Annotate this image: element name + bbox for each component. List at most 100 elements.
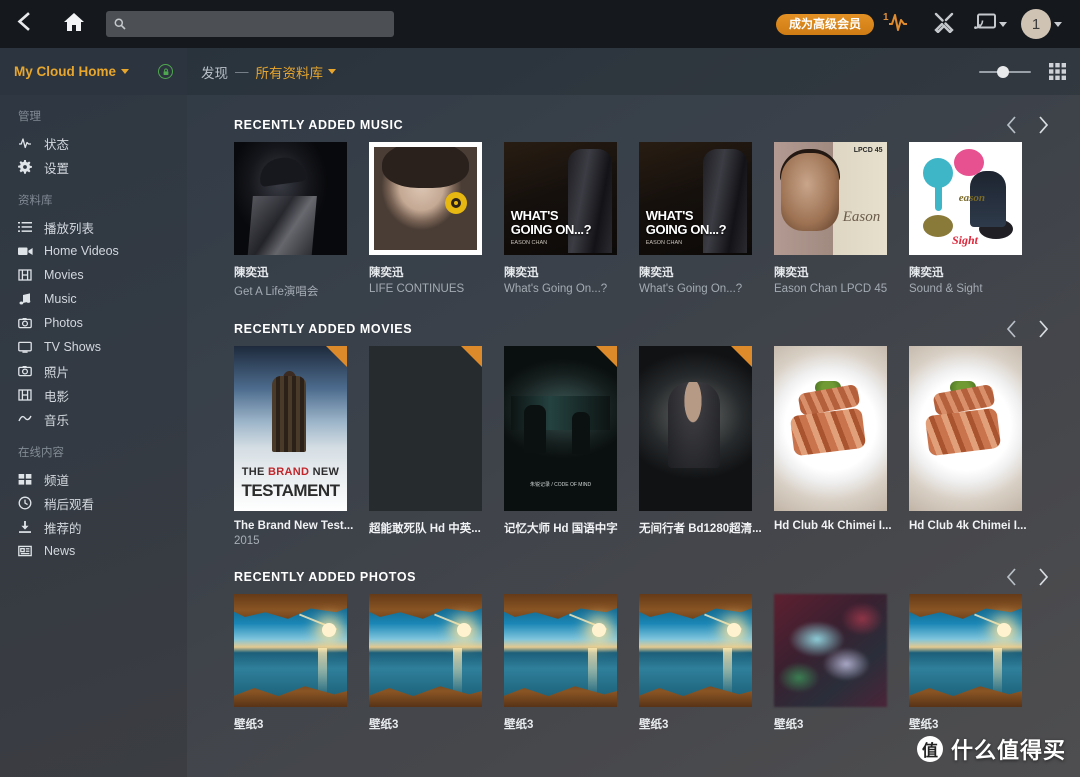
sidebar-item-label: 电影 <box>44 389 70 404</box>
movie-card[interactable]: Hd Club 4k Chimei I... <box>774 346 909 547</box>
photo-card[interactable]: 壁纸3 <box>234 594 369 732</box>
music-card[interactable]: WHAT'S GOING ON...? EASON CHAN 陳奕迅 What's Go… <box>639 142 774 299</box>
music-card[interactable]: WHAT'S GOING ON...? EASON CHAN 陳奕迅 What's Go… <box>504 142 639 299</box>
movie-poster[interactable]: THE BRAND NEW TESTAMENT <box>234 346 347 511</box>
sidebar-item-photos[interactable]: Photos <box>0 311 187 335</box>
music-card[interactable]: 陳奕迅 Get A Life演唱会 <box>234 142 369 299</box>
sidebar-item-设置[interactable]: 设置 <box>0 155 187 179</box>
album-art-title-text: WHAT'S GOING ON...? <box>510 207 592 237</box>
music-card[interactable]: 陳奕迅 LIFE CONTINUES <box>369 142 504 299</box>
home-button[interactable] <box>46 0 102 48</box>
back-button[interactable] <box>0 0 46 48</box>
movie-poster[interactable]: 朱锐记录 / CODE OF MIND <box>504 346 617 511</box>
music-album-title: Eason Chan LPCD 45 <box>774 283 888 295</box>
carousel-next-button[interactable] <box>1037 115 1050 135</box>
album-art-title-text: WHAT'S GOING ON...? <box>645 207 727 237</box>
movie-card[interactable]: THE BRAND NEW TESTAMENT The Brand New Test… <box>234 346 369 547</box>
sidebar: My Cloud Home 管理 状态 设置 资料库 播放列表 Home Videos Mo… <box>0 48 187 777</box>
sidebar-nav: 管理 状态 设置 资料库 播放列表 Home Videos Movies Music Photo… <box>0 95 187 563</box>
movie-poster[interactable] <box>774 346 887 511</box>
grid-view-icon[interactable] <box>1049 63 1066 80</box>
sidebar-item-movies[interactable]: Movies <box>0 263 187 287</box>
movie-card[interactable]: 无间行者 Bd1280超清... <box>639 346 774 547</box>
sidebar-item-照片[interactable]: 照片 <box>0 359 187 383</box>
photo-thumbnail[interactable] <box>774 594 887 707</box>
photo-rock-bottom <box>909 686 1022 707</box>
poster-figure <box>571 412 590 454</box>
album-art[interactable]: WHAT'S GOING ON...? EASON CHAN <box>639 142 752 255</box>
photo-thumbnail[interactable] <box>639 594 752 707</box>
sidebar-item-状态[interactable]: 状态 <box>0 131 187 155</box>
device-name[interactable]: My Cloud Home <box>14 64 116 79</box>
chevron-down-icon[interactable] <box>328 69 336 74</box>
album-art[interactable] <box>369 142 482 255</box>
movie-poster[interactable] <box>909 346 1022 511</box>
sidebar-item-推荐的[interactable]: 推荐的 <box>0 515 187 539</box>
photo-sun <box>456 623 471 638</box>
music-note-icon <box>18 292 40 306</box>
sidebar-item-music[interactable]: Music <box>0 287 187 311</box>
carousel-prev-button[interactable] <box>1005 567 1018 587</box>
carousel-prev-button[interactable] <box>1005 319 1018 339</box>
lock-secure-icon[interactable] <box>158 64 173 79</box>
movie-title: The Brand New Test... <box>234 520 354 532</box>
film-strip-icon <box>18 268 40 282</box>
thumbnail-size-slider[interactable] <box>979 65 1031 79</box>
chevron-down-icon[interactable] <box>121 69 130 74</box>
music-card[interactable]: LPCD 45 Eason 陳奕迅 Eason Chan LPCD 45 <box>774 142 909 299</box>
user-menu-button[interactable]: 1 <box>1015 0 1068 48</box>
photo-card[interactable]: 壁纸3 <box>774 594 909 732</box>
sidebar-item-电影[interactable]: 电影 <box>0 383 187 407</box>
search-input[interactable] <box>132 17 386 31</box>
album-art[interactable]: WHAT'S GOING ON...? EASON CHAN <box>504 142 617 255</box>
sidebar-item-tv-shows[interactable]: TV Shows <box>0 335 187 359</box>
sidebar-item-播放列表[interactable]: 播放列表 <box>0 215 187 239</box>
carousel-prev-button[interactable] <box>1005 115 1018 135</box>
sidebar-item-稍后观看[interactable]: 稍后观看 <box>0 491 187 515</box>
search-box[interactable] <box>106 11 394 37</box>
poster-food-slices <box>789 407 867 457</box>
photo-card[interactable]: 壁纸3 <box>369 594 504 732</box>
photo-card[interactable]: 壁纸3 <box>504 594 639 732</box>
carousel-next-button[interactable] <box>1037 319 1050 339</box>
carousel-row: 陳奕迅 Get A Life演唱会 陳奕迅 LIFE CONTINUES WHAT'S G… <box>187 142 1080 299</box>
activity-button[interactable]: 1 <box>876 0 920 48</box>
album-art-lpcd-text: LPCD 45 <box>853 146 883 154</box>
photo-card[interactable]: 壁纸3 <box>909 594 1044 732</box>
photo-card[interactable]: 壁纸3 <box>639 594 774 732</box>
album-art[interactable] <box>234 142 347 255</box>
section-title: RECENTLY ADDED MUSIC <box>234 118 404 132</box>
photo-rock-bottom <box>369 686 482 707</box>
sidebar-item-news[interactable]: News <box>0 539 187 563</box>
sidebar-item-频道[interactable]: 频道 <box>0 467 187 491</box>
music-artist: 陳奕迅 <box>909 267 944 279</box>
photo-thumbnail[interactable] <box>909 594 1022 707</box>
section-title: RECENTLY ADDED MOVIES <box>234 322 413 336</box>
photo-thumbnail[interactable] <box>234 594 347 707</box>
sidebar-group-title: 在线内容 <box>18 447 64 459</box>
sidebar-item-音乐[interactable]: 音乐 <box>0 407 187 431</box>
slider-handle[interactable] <box>996 65 1009 78</box>
movie-poster[interactable] <box>369 346 482 511</box>
movie-card[interactable]: Hd Club 4k Chimei I... <box>909 346 1044 547</box>
carousel-next-button[interactable] <box>1037 567 1050 587</box>
album-art[interactable]: LPCD 45 Eason <box>774 142 887 255</box>
sidebar-item-home-videos[interactable]: Home Videos <box>0 239 187 263</box>
album-art[interactable]: eason Sight <box>909 142 1022 255</box>
activity-pulse-icon <box>18 136 40 150</box>
movie-card[interactable]: 朱锐记录 / CODE OF MIND 记忆大师 Hd 国语中字 <box>504 346 639 547</box>
photo-thumbnail[interactable] <box>369 594 482 707</box>
breadcrumb-current[interactable]: 所有资料库 <box>256 62 324 82</box>
content-scroll-area[interactable]: RECENTLY ADDED MUSIC 陳奕迅 Get A Life演唱会 陳奕迅 L… <box>187 95 1080 777</box>
cast-button[interactable] <box>968 0 1013 48</box>
breadcrumb-root[interactable]: 发现 <box>201 62 228 82</box>
movie-poster[interactable] <box>639 346 752 511</box>
sidebar-item-label: 频道 <box>44 473 70 488</box>
movie-card[interactable]: 超能敢死队 Hd 中英... <box>369 346 504 547</box>
music-card[interactable]: eason Sight 陳奕迅 Sound & Sight <box>909 142 1044 299</box>
premium-upgrade-button[interactable]: 成为高级会员 <box>775 13 874 35</box>
photo-thumbnail[interactable] <box>504 594 617 707</box>
unwatched-flag-icon <box>596 346 617 367</box>
music-album-title: Get A Life演唱会 <box>234 286 319 298</box>
tools-button[interactable] <box>922 0 966 48</box>
